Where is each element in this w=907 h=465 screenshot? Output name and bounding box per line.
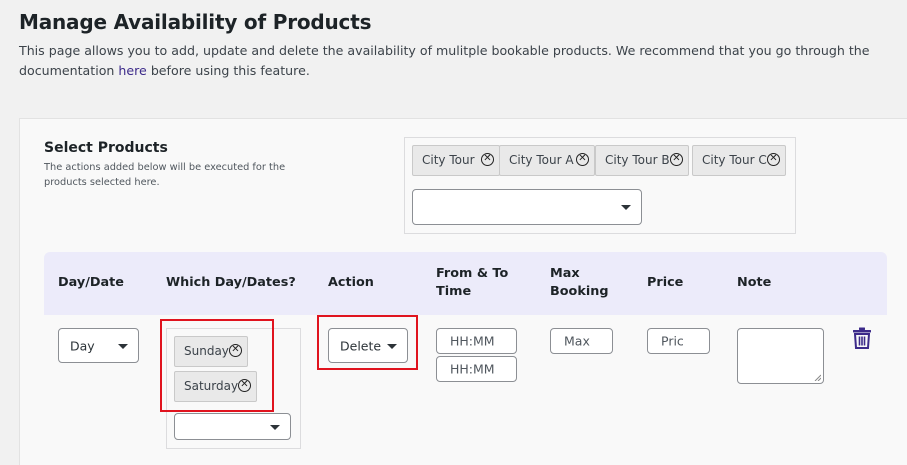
note-textarea[interactable] <box>737 328 824 384</box>
documentation-link[interactable]: here <box>118 63 146 78</box>
product-chip: City Tour A ✕ <box>499 145 595 176</box>
page-title: Manage Availability of Products <box>19 10 372 34</box>
close-circle-icon[interactable]: ✕ <box>767 153 780 166</box>
product-selector[interactable]: City Tour ✕ City Tour A ✕ City Tour B ✕ … <box>404 137 796 234</box>
product-chip-label: City Tour <box>422 153 475 167</box>
description-text: This page allows you to add, update and … <box>19 43 870 78</box>
product-chip: City Tour C ✕ <box>692 145 786 176</box>
header-max-booking: Max Booking <box>550 266 609 299</box>
highlight-box-days <box>160 319 274 412</box>
caret-down-icon <box>270 424 280 430</box>
header-price: Price <box>647 275 684 290</box>
to-time-input[interactable]: HH:MM <box>436 356 517 382</box>
select-products-subtitle: The actions added below will be executed… <box>44 162 286 188</box>
header-which-days: Which Day/Dates? <box>166 275 296 290</box>
resize-handle-icon[interactable] <box>814 374 821 381</box>
product-chip: City Tour ✕ <box>412 145 500 176</box>
product-chip-label: City Tour C <box>702 153 767 167</box>
page-description: This page allows you to add, update and … <box>19 41 889 81</box>
to-time-placeholder: HH:MM <box>450 361 495 377</box>
table-header: Day/Date Which Day/Dates? Action From & … <box>44 252 887 315</box>
close-circle-icon[interactable]: ✕ <box>576 153 589 166</box>
caret-down-icon <box>118 343 128 349</box>
price-input[interactable]: Pric <box>647 328 710 354</box>
product-chip-label: City Tour B <box>605 153 670 167</box>
close-circle-icon[interactable]: ✕ <box>481 153 494 166</box>
close-circle-icon[interactable]: ✕ <box>670 153 683 166</box>
trash-icon[interactable] <box>852 327 872 349</box>
product-dropdown[interactable] <box>412 189 642 225</box>
from-time-placeholder: HH:MM <box>450 333 495 349</box>
caret-down-icon <box>621 205 631 210</box>
description-suffix: before using this feature. <box>150 63 310 78</box>
day-type-select[interactable]: Day <box>58 328 139 363</box>
header-day-date: Day/Date <box>58 275 124 290</box>
price-placeholder: Pric <box>661 333 684 349</box>
select-products-title: Select Products <box>44 140 168 156</box>
days-dropdown[interactable] <box>174 413 291 440</box>
product-chip-label: City Tour A <box>509 153 574 167</box>
day-type-value: Day <box>70 338 95 353</box>
header-note: Note <box>737 275 772 290</box>
max-booking-placeholder: Max <box>564 333 590 349</box>
product-chip: City Tour B ✕ <box>595 145 689 176</box>
from-time-input[interactable]: HH:MM <box>436 328 517 354</box>
header-action: Action <box>328 275 374 290</box>
highlight-box-action <box>317 315 418 370</box>
max-booking-input[interactable]: Max <box>550 328 613 354</box>
header-from-to-time: From & To Time <box>436 266 509 299</box>
